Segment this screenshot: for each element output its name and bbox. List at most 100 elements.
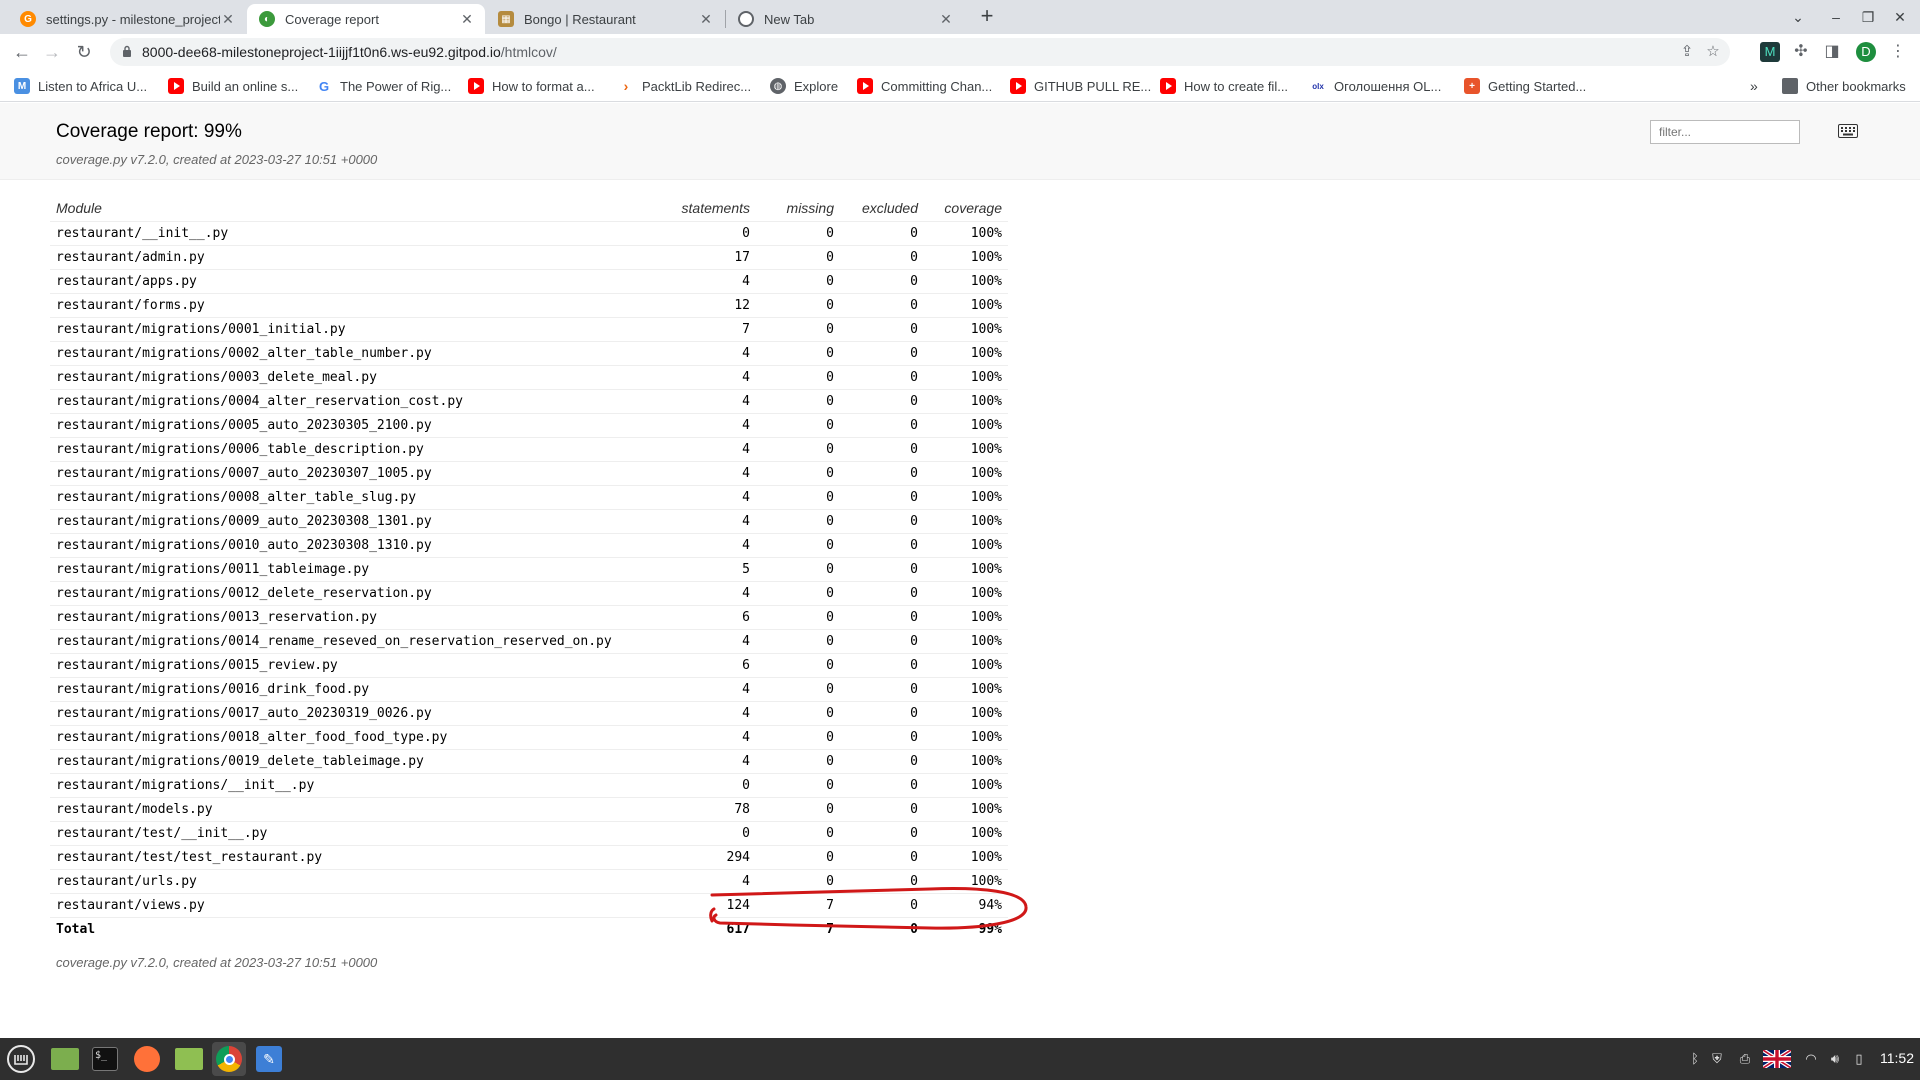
module-cell[interactable]: restaurant/migrations/0004_alter_reserva…	[50, 389, 660, 414]
address-bar[interactable]: 8000-dee68-milestoneproject-1iijjf1t0n6.…	[110, 38, 1730, 66]
files-folder-icon[interactable]	[172, 1042, 206, 1076]
extension-m-icon[interactable]: M	[1760, 42, 1780, 62]
tab-bongo-restaurant[interactable]: ▦ Bongo | Restaurant ✕	[486, 4, 724, 34]
module-cell[interactable]: restaurant/migrations/0019_delete_tablei…	[50, 749, 660, 774]
module-cell[interactable]: restaurant/migrations/0006_table_descrip…	[50, 437, 660, 462]
module-cell[interactable]: restaurant/migrations/0018_alter_food_fo…	[50, 725, 660, 750]
forward-arrow-icon[interactable]: →	[40, 40, 64, 64]
restore-icon[interactable]: ❐	[1856, 6, 1880, 28]
firefox-icon[interactable]	[130, 1042, 164, 1076]
module-cell[interactable]: restaurant/forms.py	[50, 293, 660, 318]
browser-toolbar: ← → ↻ 8000-dee68-milestoneproject-1iijjf…	[0, 34, 1920, 70]
column-header-missing[interactable]: missing	[756, 195, 840, 222]
new-tab-plus-icon[interactable]: +	[976, 5, 998, 28]
coverage-cell: 100%	[924, 461, 1008, 486]
missing-cell: 0	[756, 341, 840, 366]
module-cell[interactable]: restaurant/migrations/0001_initial.py	[50, 317, 660, 342]
profile-avatar[interactable]: D	[1856, 42, 1876, 62]
module-cell[interactable]: restaurant/migrations/0014_rename_reseve…	[50, 629, 660, 654]
module-cell[interactable]: restaurant/migrations/0007_auto_20230307…	[50, 461, 660, 486]
module-cell[interactable]: restaurant/apps.py	[50, 269, 660, 294]
minimize-icon[interactable]: –	[1824, 6, 1848, 28]
column-header-coverage[interactable]: coverage	[924, 195, 1008, 222]
volume-icon[interactable]: 🔊︎	[1826, 1050, 1844, 1068]
module-cell[interactable]: restaurant/test/test_restaurant.py	[50, 845, 660, 870]
bookmark-item[interactable]: Committing Chan...	[857, 76, 992, 96]
column-header-excluded[interactable]: excluded	[840, 195, 924, 222]
bookmark-label: PacktLib Redirec...	[642, 78, 752, 94]
chrome-taskbar-icon[interactable]	[212, 1042, 246, 1076]
module-cell[interactable]: restaurant/urls.py	[50, 869, 660, 894]
module-cell[interactable]: restaurant/migrations/0012_delete_reserv…	[50, 581, 660, 606]
close-icon[interactable]: ✕	[459, 11, 475, 27]
back-arrow-icon[interactable]: ←	[10, 40, 34, 64]
m-icon: M	[14, 78, 30, 94]
close-icon[interactable]: ✕	[938, 11, 954, 27]
bookmark-item[interactable]: M Listen to Africa U...	[14, 76, 147, 96]
bookmark-item[interactable]: + Getting Started...	[1464, 76, 1586, 96]
text-editor-icon[interactable]: ✎	[252, 1042, 286, 1076]
more-bookmarks-chevron-icon[interactable]: »	[1750, 76, 1758, 96]
module-cell[interactable]: restaurant/views.py	[50, 893, 660, 918]
bookmark-star-icon[interactable]: ☆	[1704, 43, 1722, 61]
printer-icon[interactable]: ⎙	[1736, 1050, 1754, 1068]
module-cell[interactable]: restaurant/migrations/0002_alter_table_n…	[50, 341, 660, 366]
tab-search-chevron-icon[interactable]: ⌄	[1786, 6, 1810, 28]
module-cell[interactable]: restaurant/migrations/0010_auto_20230308…	[50, 533, 660, 558]
terminal-icon[interactable]: $_	[88, 1042, 122, 1076]
column-header-module[interactable]: Module	[50, 195, 660, 222]
wifi-icon[interactable]: ◠	[1802, 1050, 1820, 1068]
battery-icon[interactable]: ▯	[1850, 1050, 1868, 1068]
bookmark-item[interactable]: › PacktLib Redirec...	[618, 76, 751, 96]
excluded-cell: 0	[840, 293, 924, 318]
module-cell[interactable]: restaurant/__init__.py	[50, 221, 660, 246]
other-bookmarks[interactable]: Other bookmarks	[1782, 76, 1906, 96]
module-cell[interactable]: restaurant/migrations/__init__.py	[50, 773, 660, 798]
close-window-icon[interactable]: ✕	[1888, 6, 1912, 28]
close-icon[interactable]: ✕	[220, 11, 236, 27]
menu-kebab-icon[interactable]: ⋮	[1888, 42, 1908, 62]
module-cell[interactable]: restaurant/migrations/0009_auto_20230308…	[50, 509, 660, 534]
module-cell[interactable]: restaurant/migrations/0013_reservation.p…	[50, 605, 660, 630]
bookmark-item[interactable]: G The Power of Rig...	[316, 76, 451, 96]
module-cell[interactable]: restaurant/migrations/0005_auto_20230305…	[50, 413, 660, 438]
tab-coverage-report[interactable]: ◐ Coverage report ✕	[247, 4, 485, 34]
total-label: Total	[56, 921, 96, 937]
reload-icon[interactable]: ↻	[72, 40, 96, 64]
excluded-cell: 0	[840, 749, 924, 774]
shield-icon[interactable]: ⛨	[1708, 1050, 1726, 1068]
bookmark-item[interactable]: ◍ Explore	[770, 76, 838, 96]
bookmark-item[interactable]: How to create fil...	[1160, 76, 1288, 96]
bluetooth-icon[interactable]: ᛒ	[1686, 1050, 1704, 1068]
module-cell[interactable]: restaurant/migrations/0015_review.py	[50, 653, 660, 678]
module-cell[interactable]: restaurant/migrations/0011_tableimage.py	[50, 557, 660, 582]
module-cell[interactable]: restaurant/migrations/0016_drink_food.py	[50, 677, 660, 702]
excluded-cell: 0	[840, 221, 924, 246]
bookmark-item[interactable]: How to format a...	[468, 76, 595, 96]
module-cell[interactable]: restaurant/migrations/0003_delete_meal.p…	[50, 365, 660, 390]
side-panel-icon[interactable]: ◨	[1822, 42, 1842, 62]
extensions-puzzle-icon[interactable]: ✣	[1791, 42, 1811, 62]
share-icon[interactable]: ⇪	[1678, 43, 1696, 61]
module-cell[interactable]: restaurant/models.py	[50, 797, 660, 822]
tab-new-tab[interactable]: New Tab ✕	[726, 4, 964, 34]
bookmark-item[interactable]: GITHUB PULL RE...	[1010, 76, 1151, 96]
bookmark-item[interactable]: Build an online s...	[168, 76, 298, 96]
module-cell[interactable]: restaurant/migrations/0017_auto_20230319…	[50, 701, 660, 726]
module-cell[interactable]: restaurant/admin.py	[50, 245, 660, 270]
url-text[interactable]: 8000-dee68-milestoneproject-1iijjf1t0n6.…	[142, 44, 557, 60]
column-header-statements[interactable]: statements	[660, 195, 756, 222]
coverage-cell: 100%	[924, 269, 1008, 294]
statements-cell: 4	[660, 365, 756, 390]
bookmarks-bar: M Listen to Africa U... Build an online …	[0, 70, 1920, 102]
close-icon[interactable]: ✕	[698, 11, 714, 27]
bookmark-item[interactable]: olx Оголошення OL...	[1310, 76, 1441, 96]
uk-flag-icon[interactable]	[1761, 1048, 1793, 1070]
filter-input[interactable]	[1650, 120, 1800, 144]
mint-menu-icon[interactable]	[4, 1042, 38, 1076]
module-cell[interactable]: restaurant/test/__init__.py	[50, 821, 660, 846]
keyboard-icon[interactable]	[1838, 124, 1858, 138]
show-desktop-icon[interactable]	[48, 1042, 82, 1076]
module-cell[interactable]: restaurant/migrations/0008_alter_table_s…	[50, 485, 660, 510]
tab-settings-py[interactable]: G settings.py - milestone_project ✕	[8, 4, 246, 34]
